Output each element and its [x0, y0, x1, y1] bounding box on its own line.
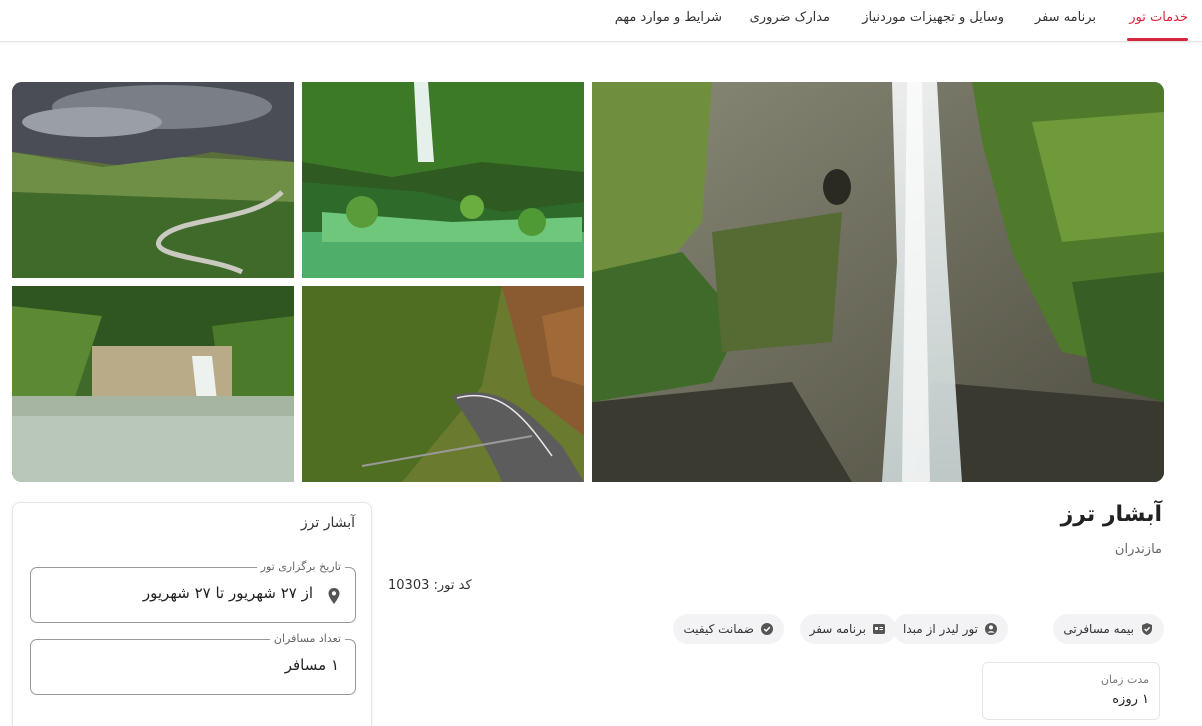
booking-title: آبشار ترز	[300, 515, 355, 531]
duration-label: مدت زمان	[1100, 673, 1149, 686]
photo-mountain-road[interactable]	[12, 82, 294, 278]
feature-tour-leader: تور لیدر از مبدا	[893, 614, 1008, 644]
tour-region: مازندران	[1114, 542, 1162, 557]
photo-forest-road[interactable]	[302, 286, 584, 482]
tour-date-legend: تاریخ برگزاری تور	[256, 560, 345, 573]
tab-itinerary[interactable]: برنامه سفر	[1035, 10, 1096, 25]
tour-date-value: از ۲۷ شهریور تا ۲۷ شهریور	[142, 584, 313, 602]
location-pin-icon	[327, 587, 341, 605]
booking-card: آبشار ترز تاریخ برگزاری تور از ۲۷ شهریور…	[12, 502, 372, 726]
tab-terms[interactable]: شرایط و موارد مهم	[615, 10, 722, 25]
tour-title: آبشار ترز	[1060, 502, 1162, 527]
travelers-count-field[interactable]: تعداد مسافران ۱ مسافر	[30, 632, 356, 695]
active-tab-indicator	[1127, 38, 1188, 41]
feature-itinerary: برنامه سفر	[799, 614, 896, 644]
photo-waterfall-pool[interactable]	[12, 286, 294, 482]
person-icon	[984, 622, 998, 636]
travelers-count-value: ۱ مسافر	[284, 656, 339, 674]
tab-tour-services[interactable]: خدمات تور	[1129, 10, 1188, 25]
feature-label: برنامه سفر	[809, 622, 866, 636]
tour-date-field[interactable]: تاریخ برگزاری تور از ۲۷ شهریور تا ۲۷ شهر…	[30, 560, 356, 623]
tab-documents[interactable]: مدارک ضروری	[750, 10, 830, 25]
top-navigation: خدمات تور برنامه سفر وسایل و تجهیزات مور…	[0, 0, 1202, 42]
feature-travel-insurance: بیمه مسافرتی	[1053, 614, 1164, 644]
shield-check-icon	[1140, 622, 1154, 636]
feature-label: تور لیدر از مبدا	[903, 622, 978, 636]
feature-label: ضمانت کیفیت	[683, 622, 754, 636]
duration-card: مدت زمان ۱ روزه	[982, 662, 1160, 720]
feature-label: بیمه مسافرتی	[1063, 622, 1134, 636]
itinerary-icon	[872, 622, 886, 636]
tour-page: خدمات تور برنامه سفر وسایل و تجهیزات مور…	[0, 0, 1202, 726]
photo-green-canyon[interactable]	[302, 82, 584, 278]
tab-equipment[interactable]: وسایل و تجهیزات موردنیاز	[862, 10, 1004, 25]
photo-main-waterfall[interactable]	[592, 82, 1164, 482]
tour-code: کد تور: 10303	[388, 578, 472, 593]
feature-quality-guarantee: ضمانت کیفیت	[673, 614, 784, 644]
duration-value: ۱ روزه	[1112, 692, 1149, 707]
travelers-count-legend: تعداد مسافران	[269, 632, 345, 645]
check-circle-icon	[760, 622, 774, 636]
